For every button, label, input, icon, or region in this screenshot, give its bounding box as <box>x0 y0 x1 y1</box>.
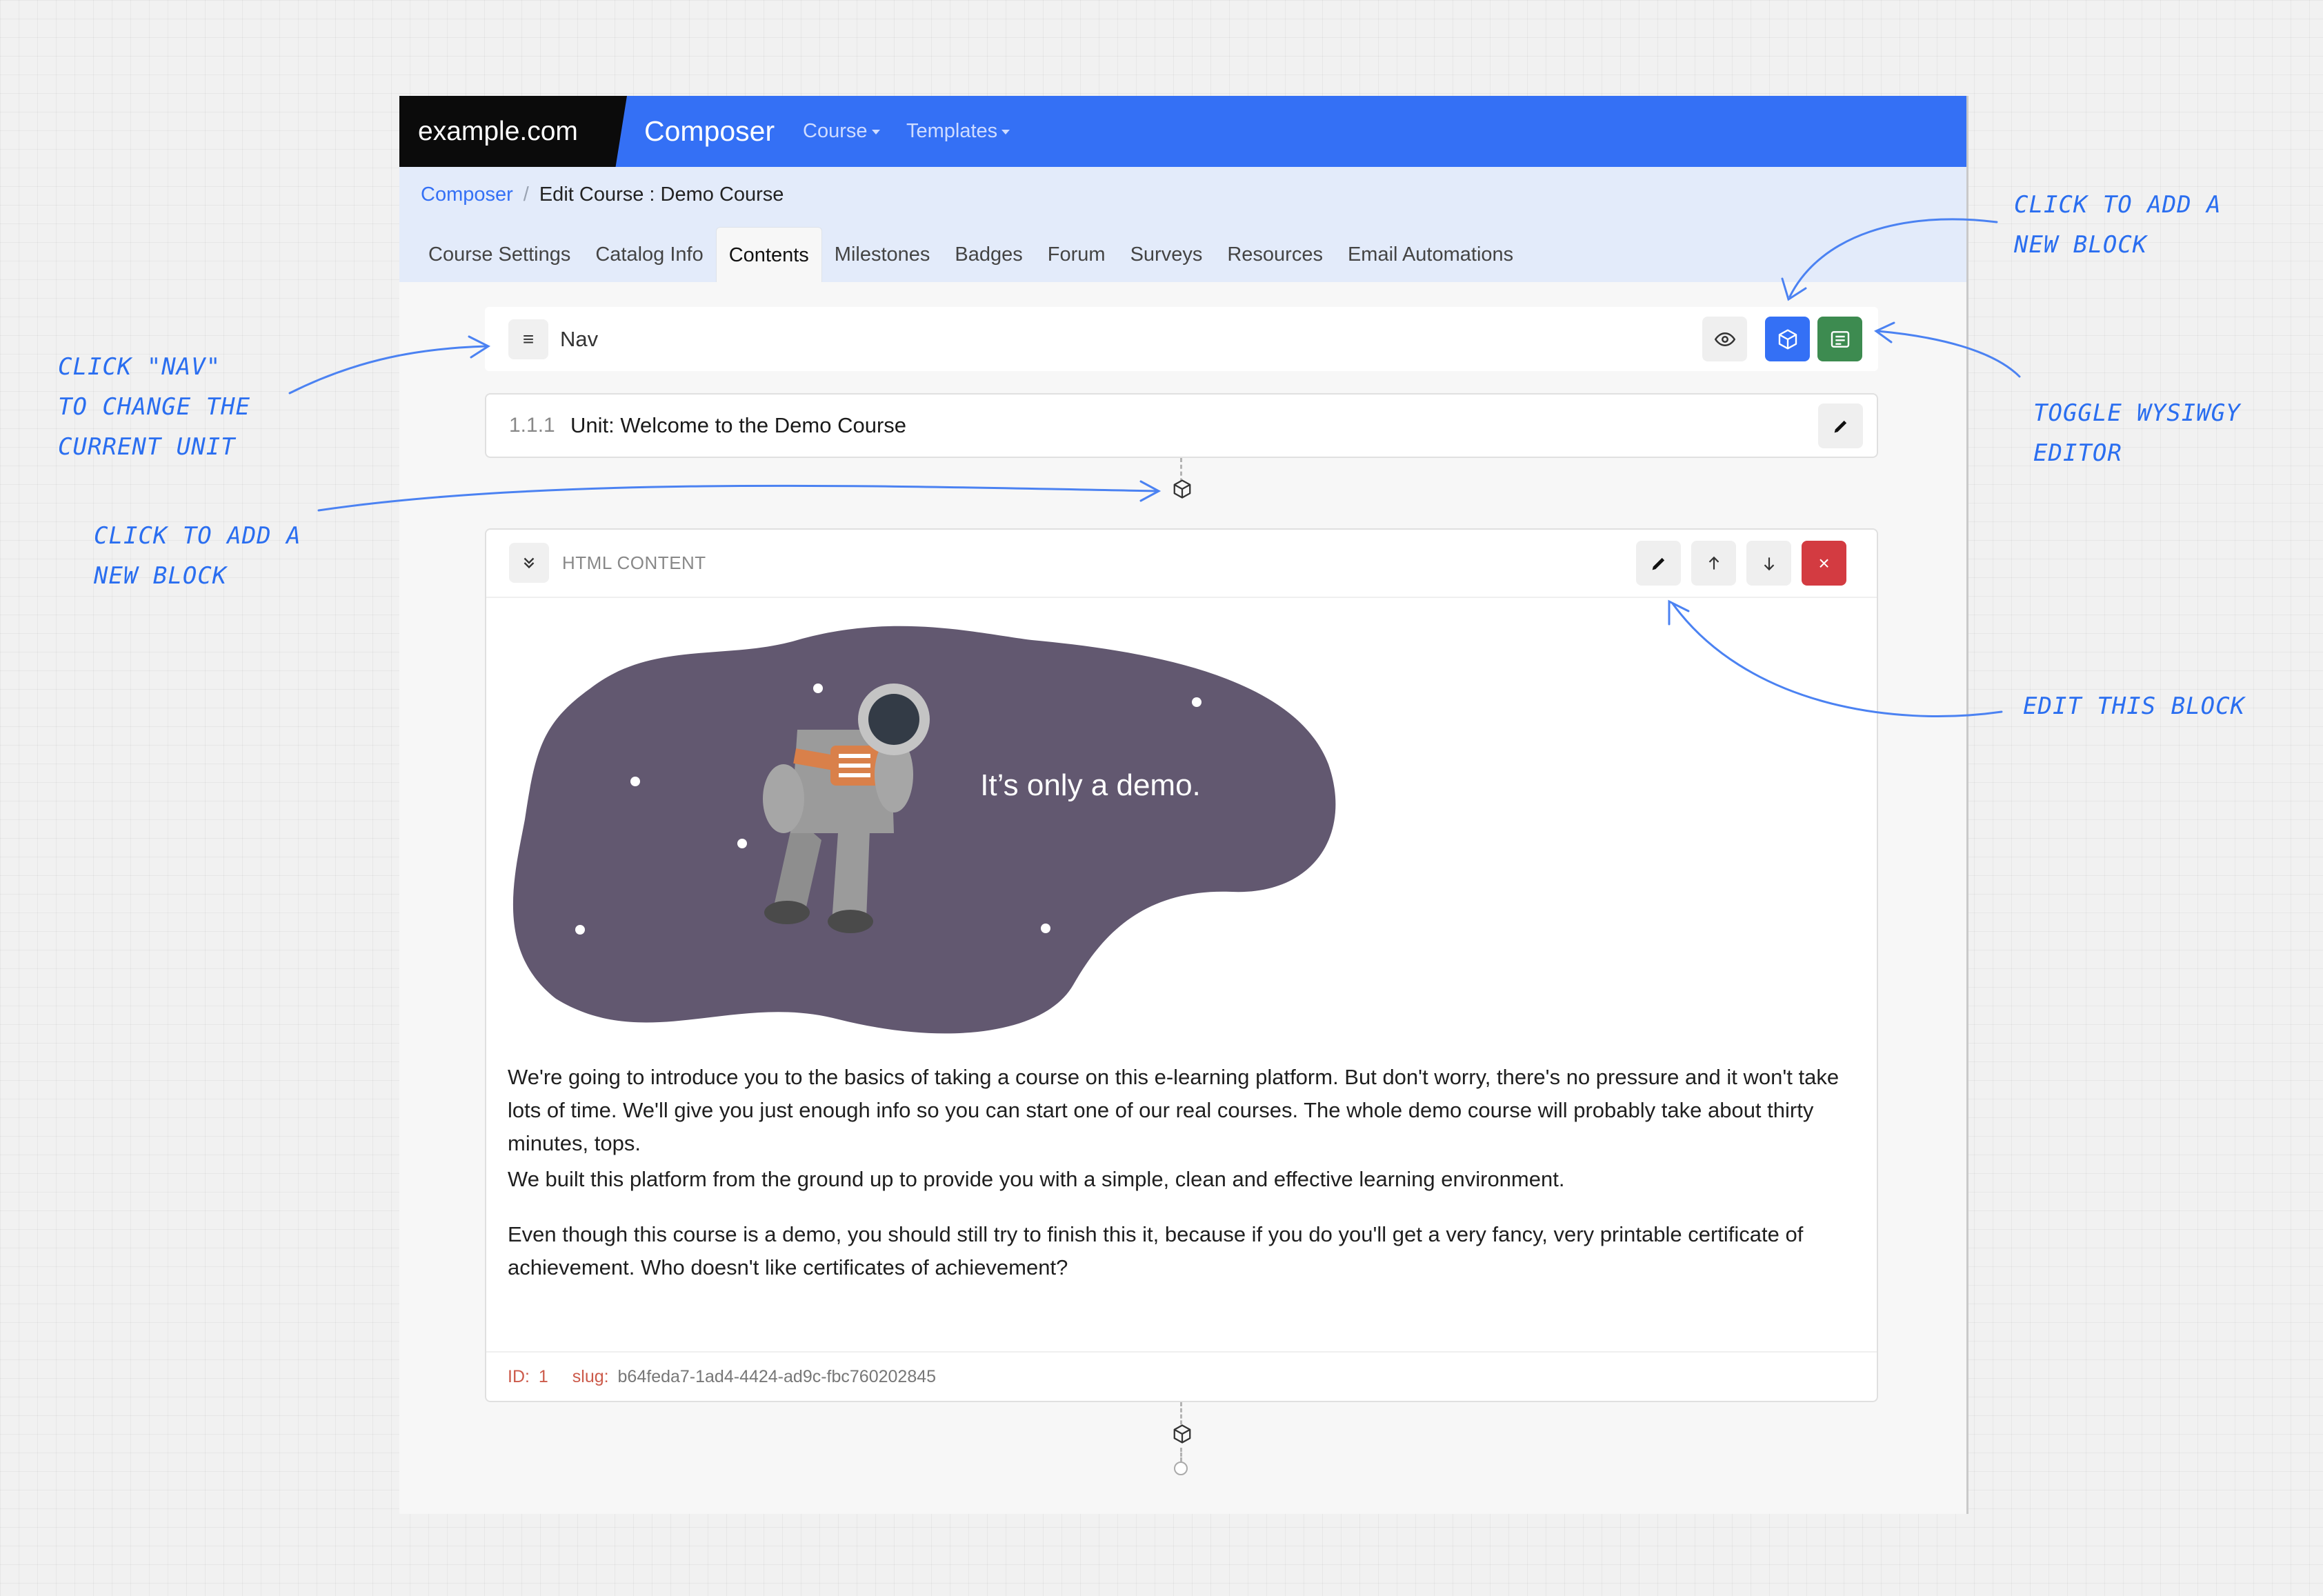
arrow-toggle-wysiwyg <box>1876 330 2021 378</box>
arrow-nav <box>288 345 488 395</box>
annotation-arrows <box>288 218 2021 717</box>
arrow-add-block-left <box>317 484 1159 512</box>
arrow-edit-block <box>1671 602 2003 717</box>
arrow-add-block-right <box>1788 218 1998 298</box>
